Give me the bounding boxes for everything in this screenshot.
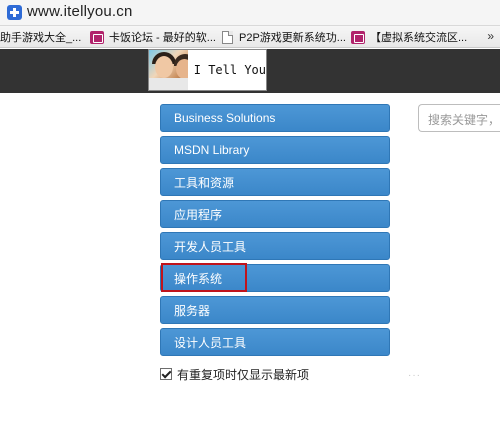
bookmark-label: 卡饭论坛 - 最好的软... — [109, 32, 216, 44]
bookmark-label: P2P游戏更新系统功... — [239, 32, 346, 44]
bookmark-item[interactable]: 【虚拟系统交流区... — [351, 29, 467, 45]
menu-item-business-solutions[interactable]: Business Solutions — [160, 104, 390, 132]
menu-item-designer-tools[interactable]: 设计人员工具 — [160, 328, 390, 356]
bookmark-label: 助手游戏大全_... — [0, 32, 82, 44]
logo-photo — [149, 50, 188, 90]
menu-item-applications[interactable]: 应用程序 — [160, 200, 390, 228]
highlight-annotation-box — [161, 263, 247, 292]
latest-only-option[interactable]: 有重复项时仅显示最新项 — [160, 366, 309, 382]
bookmarks-overflow-chevron-icon[interactable]: » — [487, 29, 494, 43]
bookmark-favicon-icon — [90, 30, 104, 44]
menu-item-developer-tools[interactable]: 开发人员工具 — [160, 232, 390, 260]
site-header: I Tell You — [0, 49, 500, 93]
address-bar[interactable]: www.itellyou.cn — [0, 0, 500, 26]
search-input[interactable]: 搜索关键字， — [418, 104, 500, 132]
menu-item-msdn-library[interactable]: MSDN Library — [160, 136, 390, 164]
bookmark-item[interactable]: 卡饭论坛 - 最好的软... — [90, 29, 216, 45]
bookmark-item[interactable]: P2P游戏更新系统功... — [222, 29, 346, 45]
site-logo[interactable]: I Tell You — [148, 49, 267, 91]
faint-dots-decoration: ··· — [408, 370, 421, 381]
bookmark-favicon-icon — [351, 30, 365, 44]
bookmark-item[interactable]: 助手游戏大全_... — [0, 29, 81, 45]
logo-text: I Tell You — [193, 63, 266, 77]
page-icon — [222, 30, 233, 44]
url-text[interactable]: www.itellyou.cn — [27, 3, 133, 20]
menu-item-tools-resources[interactable]: 工具和资源 — [160, 168, 390, 196]
site-security-icon — [7, 5, 22, 20]
bookmark-label: 【虚拟系统交流区... — [370, 32, 468, 44]
bookmarks-bar: 助手游戏大全_... 卡饭论坛 - 最好的软... P2P游戏更新系统功... … — [0, 26, 500, 48]
latest-only-label: 有重复项时仅显示最新项 — [177, 367, 310, 382]
latest-only-checkbox[interactable] — [160, 368, 172, 380]
menu-item-servers[interactable]: 服务器 — [160, 296, 390, 324]
